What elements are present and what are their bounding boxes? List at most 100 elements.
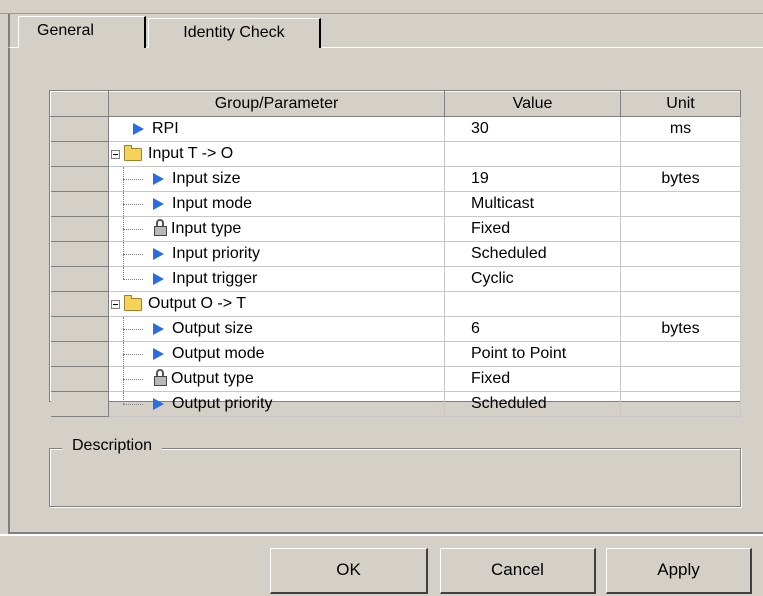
collapse-icon[interactable]	[111, 149, 120, 159]
parameter-value-cell[interactable]: Fixed	[444, 216, 621, 242]
row-header[interactable]	[50, 341, 109, 367]
parameter-name-cell[interactable]: Output mode	[108, 341, 445, 367]
row-header[interactable]	[50, 391, 109, 417]
tree-line	[123, 267, 124, 279]
description-label: Description	[62, 436, 163, 456]
parameter-unit-cell	[620, 266, 741, 292]
column-header-group-parameter[interactable]: Group/Parameter	[108, 91, 445, 117]
table-row[interactable]: Output type Fixed	[50, 366, 741, 392]
row-header[interactable]	[50, 191, 109, 217]
description-group	[49, 448, 741, 507]
table-row[interactable]: Output priority Scheduled	[50, 391, 741, 417]
collapse-icon[interactable]	[111, 299, 120, 309]
table-row[interactable]: Output mode Point to Point	[50, 341, 741, 367]
parameter-name: Output priority	[172, 395, 273, 412]
parameter-unit-cell	[620, 341, 741, 367]
parameter-unit-cell	[620, 366, 741, 392]
table-row[interactable]: Input mode Multicast	[50, 191, 741, 217]
parameter-name: Output O -> T	[148, 295, 246, 312]
row-header[interactable]	[50, 141, 109, 167]
table-row[interactable]: Output O -> T	[50, 291, 741, 317]
parameter-value-cell[interactable]	[444, 291, 621, 317]
blue-triangle-icon	[153, 398, 164, 410]
tree-line	[123, 379, 143, 380]
parameter-value-cell[interactable]: 19	[444, 166, 621, 192]
parameter-value-cell[interactable]	[444, 141, 621, 167]
cancel-button[interactable]: Cancel	[440, 548, 596, 594]
column-header-unit[interactable]: Unit	[620, 91, 741, 117]
column-header-value[interactable]: Value	[444, 91, 621, 117]
parameter-unit-cell	[620, 141, 741, 167]
blue-triangle-icon	[153, 273, 164, 285]
parameter-name-cell[interactable]: RPI	[108, 116, 445, 142]
table-row[interactable]: Input size 19 bytes	[50, 166, 741, 192]
parameter-unit-cell	[620, 191, 741, 217]
parameter-name-cell[interactable]: Input size	[108, 166, 445, 192]
parameter-value-cell[interactable]: 30	[444, 116, 621, 142]
parameter-unit-cell: bytes	[620, 316, 741, 342]
tree-line	[123, 254, 143, 255]
table-row[interactable]: Input priority Scheduled	[50, 241, 741, 267]
tree-line	[123, 329, 143, 330]
parameter-value-cell[interactable]: Point to Point	[444, 341, 621, 367]
parameter-name: Input T -> O	[148, 145, 234, 162]
row-header[interactable]	[50, 366, 109, 392]
blue-triangle-icon	[153, 348, 164, 360]
parameter-name-cell[interactable]: Output type	[108, 366, 445, 392]
row-header[interactable]	[50, 291, 109, 317]
tree-line	[123, 404, 143, 405]
parameter-name: Output mode	[172, 345, 265, 362]
parameter-name-cell[interactable]: Input mode	[108, 191, 445, 217]
folder-icon	[124, 294, 142, 311]
parameter-name-cell[interactable]: Output priority	[108, 391, 445, 417]
parameter-name: Input priority	[172, 245, 261, 262]
parameter-value-cell[interactable]: 6	[444, 316, 621, 342]
parameter-name-cell[interactable]: Input type	[108, 216, 445, 242]
table-row[interactable]: RPI 30 ms	[50, 116, 741, 142]
row-header[interactable]	[50, 166, 109, 192]
parameter-value-cell[interactable]: Fixed	[444, 366, 621, 392]
row-header-corner	[50, 91, 109, 117]
parameter-name-cell[interactable]: Output size	[108, 316, 445, 342]
parameter-name-cell[interactable]: Input trigger	[108, 266, 445, 292]
parameter-value-cell[interactable]: Multicast	[444, 191, 621, 217]
tree-line	[123, 354, 143, 355]
blue-triangle-icon	[153, 173, 164, 185]
row-header[interactable]	[50, 266, 109, 292]
tree-line	[123, 279, 143, 280]
table-row[interactable]: Input T -> O	[50, 141, 741, 167]
row-header[interactable]	[50, 241, 109, 267]
apply-button[interactable]: Apply	[606, 548, 752, 594]
parameter-name-cell[interactable]: Input priority	[108, 241, 445, 267]
parameter-value-cell[interactable]: Scheduled	[444, 391, 621, 417]
parameter-unit-cell	[620, 291, 741, 317]
grid-header-row: Group/Parameter Value Unit	[50, 91, 741, 117]
parameter-name: RPI	[152, 120, 179, 137]
parameter-name: Input trigger	[172, 270, 258, 287]
lock-icon	[153, 369, 169, 386]
table-row[interactable]: Input type Fixed	[50, 216, 741, 242]
table-row[interactable]: Input trigger Cyclic	[50, 266, 741, 292]
tree-line	[123, 229, 143, 230]
parameter-name: Input type	[171, 220, 242, 237]
parameter-name-cell[interactable]: Input T -> O	[108, 141, 445, 167]
ok-button[interactable]: OK	[270, 548, 428, 594]
tab-identity-check[interactable]: Identity Check	[148, 18, 321, 48]
row-header[interactable]	[50, 116, 109, 142]
dialog-top-border	[0, 13, 763, 14]
parameter-unit-cell: ms	[620, 116, 741, 142]
parameter-name: Input mode	[172, 195, 253, 212]
parameter-name: Output type	[171, 370, 254, 387]
parameter-value-cell[interactable]: Cyclic	[444, 266, 621, 292]
parameter-grid: Group/Parameter Value Unit RPI 30 ms Input …	[49, 90, 741, 417]
tab-general[interactable]: General	[18, 16, 146, 48]
parameter-name: Output size	[172, 320, 253, 337]
parameter-name-cell[interactable]: Output O -> T	[108, 291, 445, 317]
row-header[interactable]	[50, 316, 109, 342]
row-header[interactable]	[50, 216, 109, 242]
blue-triangle-icon	[153, 248, 164, 260]
folder-icon	[124, 144, 142, 161]
table-row[interactable]: Output size 6 bytes	[50, 316, 741, 342]
parameter-value-cell[interactable]: Scheduled	[444, 241, 621, 267]
tree-line	[123, 179, 143, 180]
